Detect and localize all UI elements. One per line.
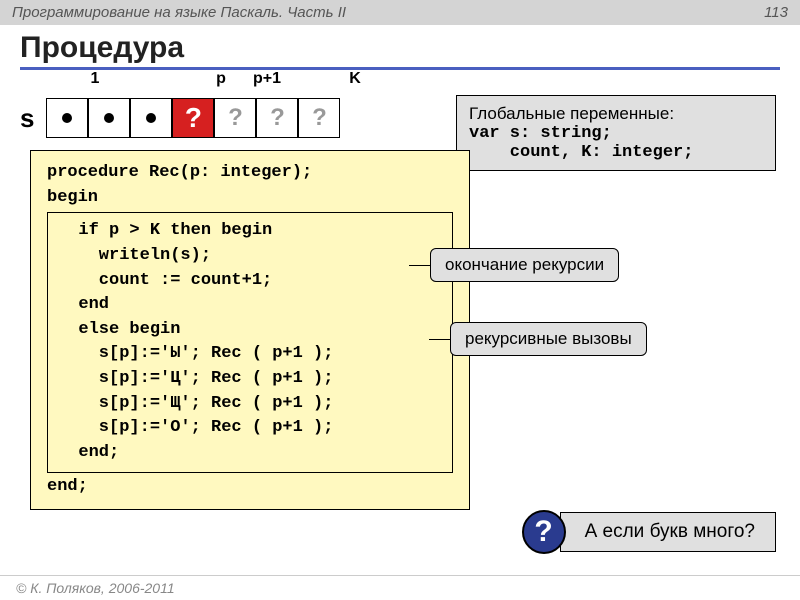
- cell-empty: ?: [214, 98, 256, 138]
- section-title: Процедура: [20, 31, 780, 65]
- array-labels-row: 1 p p+1 K: [0, 70, 800, 88]
- code-l3: end;: [47, 475, 453, 500]
- cell-filled: [130, 98, 172, 138]
- cell-current: ?: [172, 98, 214, 138]
- header-title: Программирование на языке Паскаль. Часть…: [12, 4, 346, 21]
- footer: © К. Поляков, 2006-2011: [0, 575, 800, 600]
- title-bar: Процедура: [0, 25, 800, 67]
- code-inner: if p > K then begin writeln(s); count :=…: [47, 212, 453, 472]
- question-box: ? А если букв много?: [522, 510, 776, 554]
- array-name: s: [20, 103, 34, 134]
- cell-empty: ?: [256, 98, 298, 138]
- label-p1: p+1: [242, 70, 292, 88]
- code-l1: procedure Rec(p: integer);: [47, 161, 453, 186]
- code-l2: begin: [47, 186, 453, 211]
- globals-box: Глобальные переменные: var s: string; co…: [456, 95, 776, 171]
- callout-recursion-end: окончание рекурсии: [430, 248, 619, 282]
- label-p: p: [200, 70, 242, 88]
- label-k: K: [334, 70, 376, 88]
- array-cells: ? ? ? ?: [46, 98, 340, 138]
- cell-filled: [88, 98, 130, 138]
- question-text: А если букв много?: [560, 512, 776, 552]
- cell-empty: ?: [298, 98, 340, 138]
- globals-line2: count, K: integer;: [469, 143, 763, 162]
- slide-header: Программирование на языке Паскаль. Часть…: [0, 0, 800, 25]
- globals-line1: var s: string;: [469, 124, 763, 143]
- label-1: 1: [74, 70, 116, 88]
- page-number: 113: [764, 4, 788, 21]
- globals-caption: Глобальные переменные:: [469, 104, 763, 124]
- callout-recursive-calls: рекурсивные вызовы: [450, 322, 647, 356]
- cell-filled: [46, 98, 88, 138]
- question-icon: ?: [522, 510, 566, 554]
- code-block: procedure Rec(p: integer); begin if p > …: [30, 150, 470, 510]
